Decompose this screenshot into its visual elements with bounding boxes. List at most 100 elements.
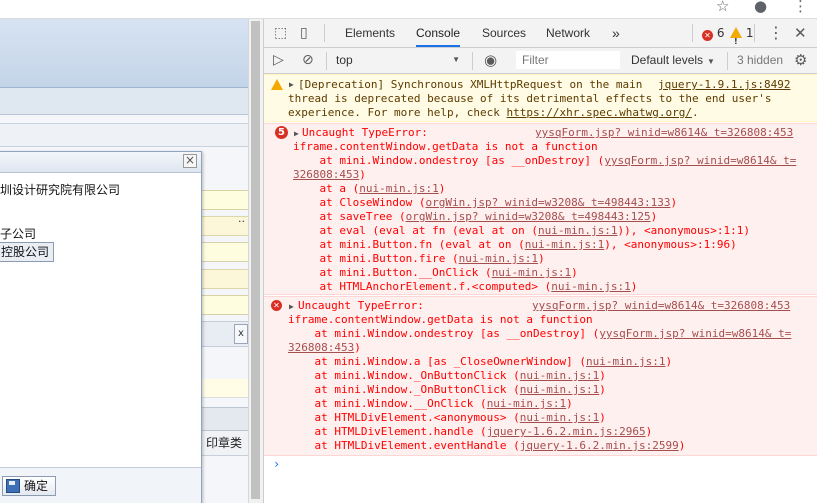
stack-frame-source-link[interactable]: 326808:453 bbox=[288, 341, 354, 354]
stack-frame-text: at HTMLDivElement.eventHandle ( bbox=[288, 439, 520, 452]
devtools-panel: ⬚ ▯ Elements Console Sources Network » ✕… bbox=[263, 19, 817, 503]
expand-triangle-icon[interactable]: ▶ bbox=[289, 300, 294, 314]
warning-text: thread is deprecated because of its detr… bbox=[288, 92, 772, 105]
error-source-link[interactable]: yysqForm.jsp? winid=w8614& t=326808:453 bbox=[532, 299, 790, 313]
hidden-messages-count: 3 hidden bbox=[737, 53, 784, 67]
stack-frame-source-link[interactable]: jquery-1.6.2.min.js:2599 bbox=[520, 439, 679, 452]
stack-frame-text: )), <anonymous>:1:1) bbox=[617, 224, 750, 237]
stack-frame: at eval (eval at fn (eval at on (nui-min… bbox=[293, 224, 750, 238]
error-title: Uncaught TypeError: bbox=[298, 299, 424, 312]
close-icon[interactable]: × bbox=[183, 154, 197, 168]
clear-icon[interactable]: x bbox=[234, 324, 248, 344]
live-expression-eye-icon[interactable]: ◉ bbox=[484, 48, 497, 73]
stack-frame-text: at mini.Button.__OnClick ( bbox=[293, 266, 492, 279]
stack-frame: at saveTree (orgWin.jsp? winid=w3208& t=… bbox=[293, 210, 657, 224]
divider bbox=[326, 52, 327, 70]
stack-frame-source-link[interactable]: jquery-1.6.2.min.js:2965 bbox=[487, 425, 646, 438]
filter-input[interactable] bbox=[516, 51, 620, 69]
dialog-titlebar: × bbox=[0, 152, 201, 173]
profile-avatar-icon[interactable]: ● bbox=[754, 0, 767, 15]
tab-elements[interactable]: Elements bbox=[345, 19, 395, 47]
stack-frame: at mini.Button.fire (nui-min.js:1) bbox=[293, 252, 544, 266]
browser-menu-icon[interactable]: ⋮ bbox=[793, 0, 808, 15]
stack-frame-source-link[interactable]: nui-min.js:1 bbox=[520, 411, 599, 424]
form-field[interactable] bbox=[200, 190, 248, 210]
error-source-link[interactable]: yysqForm.jsp? winid=w8614& t=326808:453 bbox=[535, 126, 793, 140]
stack-frame: at mini.Window.__OnClick (nui-min.js:1) bbox=[288, 397, 572, 411]
stack-frame-text: ) bbox=[571, 266, 578, 279]
error-counter[interactable]: ✕ 6 bbox=[702, 19, 724, 47]
stack-frame-source-link[interactable]: nui-min.js:1 bbox=[538, 224, 617, 237]
bookmark-star-icon[interactable]: ☆ bbox=[716, 0, 729, 15]
divider bbox=[472, 52, 473, 70]
stack-frame-text: ) bbox=[438, 182, 446, 195]
sidebar-toggle-icon[interactable]: ▷ bbox=[273, 48, 284, 73]
console-prompt[interactable]: › bbox=[273, 457, 280, 471]
page-scrollbar[interactable] bbox=[248, 19, 264, 503]
stack-frame-text: at mini.Window.ondestroy [as __onDestroy… bbox=[293, 154, 605, 167]
warning-icon bbox=[271, 79, 283, 90]
console-settings-gear-icon[interactable]: ⚙ bbox=[794, 48, 807, 73]
tree-item[interactable]: 子公司 bbox=[0, 225, 36, 242]
stack-frame-text: ) bbox=[650, 210, 658, 223]
console-toolbar: ▷ ⊘ top ▼ ◉ Default levels▼ 3 hidden ⚙ bbox=[264, 48, 817, 74]
scrollbar-thumb[interactable] bbox=[251, 21, 260, 499]
stack-frame: at mini.Window.ondestroy [as __onDestroy… bbox=[288, 327, 791, 341]
stack-frame-source-link[interactable]: nui-min.js:1 bbox=[459, 252, 538, 265]
stack-frame-source-link[interactable]: yysqForm.jsp? winid=w8614& t= bbox=[599, 327, 791, 340]
close-devtools-icon[interactable]: ✕ bbox=[794, 19, 807, 47]
stack-frame-text: ) bbox=[599, 383, 606, 396]
expand-triangle-icon[interactable]: ▶ bbox=[289, 78, 294, 92]
stack-frame-source-link[interactable]: nui-min.js:1 bbox=[586, 355, 665, 368]
divider bbox=[692, 24, 693, 42]
stack-frame-text: at mini.Window.a [as _CloseOwnerWindow] … bbox=[288, 355, 587, 368]
xhr-spec-link[interactable]: https://xhr.spec.whatwg.org/ bbox=[507, 106, 692, 119]
grid-column-header[interactable]: 印章类 bbox=[200, 431, 248, 456]
ok-button-label: 确定 bbox=[24, 479, 49, 493]
tab-sources[interactable]: Sources bbox=[482, 19, 526, 47]
more-tabs-button[interactable]: » bbox=[612, 19, 620, 47]
tab-network[interactable]: Network bbox=[546, 19, 590, 47]
expand-triangle-icon[interactable]: ▶ bbox=[294, 127, 299, 141]
app-header bbox=[0, 19, 248, 88]
tab-console[interactable]: Console bbox=[416, 19, 461, 47]
stack-frame-source-link[interactable]: nui-min.js:1 bbox=[487, 397, 566, 410]
stack-frame-source-link[interactable]: orgWin.jsp? winid=w3208& t=498443:125 bbox=[406, 210, 651, 223]
stack-frame-source-link[interactable]: nui-min.js:1 bbox=[525, 238, 604, 251]
stack-frame-source-link[interactable]: nui-min.js:1 bbox=[492, 266, 571, 279]
console-messages: ▶ [Deprecation] Synchronous XMLHttpReque… bbox=[264, 74, 817, 503]
stack-frame-source-link[interactable]: nui-min.js:1 bbox=[520, 369, 599, 382]
stack-frame-source-link[interactable]: 326808:453 bbox=[293, 168, 359, 181]
tree-item-selected[interactable]: 控股公司 bbox=[0, 242, 55, 262]
more-options-icon[interactable]: ·· bbox=[238, 215, 245, 228]
form-field[interactable] bbox=[200, 269, 248, 289]
stack-frame-source-link[interactable]: nui-min.js:1 bbox=[359, 182, 438, 195]
warning-source-link[interactable]: jquery-1.9.1.js:8492 bbox=[658, 78, 790, 92]
ok-button[interactable]: 确定 bbox=[2, 476, 56, 496]
stack-frame: at a (nui-min.js:1) bbox=[293, 182, 445, 196]
stack-frame-source-link[interactable]: nui-min.js:1 bbox=[520, 383, 599, 396]
form-field[interactable] bbox=[200, 242, 248, 262]
device-toolbar-icon[interactable]: ▯ bbox=[300, 19, 308, 47]
log-levels-dropdown[interactable]: Default levels ▼ bbox=[631, 48, 715, 74]
tree-item[interactable]: 圳设计研究院有限公司 bbox=[0, 181, 120, 198]
warning-text-line3: experience. For more help, check https:/… bbox=[288, 106, 699, 120]
stack-frame-text: ) bbox=[665, 355, 673, 368]
dropdown-arrow-icon: ▼ bbox=[707, 57, 715, 66]
context-selector[interactable]: top ▼ bbox=[336, 51, 466, 69]
stack-frame-source-link[interactable]: yysqForm.jsp? winid=w8614& t= bbox=[604, 154, 796, 167]
more-options-icon[interactable]: ⋮ bbox=[768, 19, 784, 47]
stack-frame-source-link[interactable]: orgWin.jsp? winid=w3208& t=498443:133 bbox=[425, 196, 670, 209]
form-field[interactable] bbox=[200, 295, 248, 315]
error-count: 6 bbox=[716, 26, 725, 40]
stack-frame-text: ) bbox=[354, 341, 361, 354]
dialog-footer: 确定 bbox=[0, 467, 201, 503]
repeat-count-badge: 5 bbox=[275, 126, 288, 139]
inspect-element-icon[interactable]: ⬚ bbox=[274, 19, 287, 47]
warning-counter[interactable]: 1 bbox=[730, 19, 753, 56]
stack-frame-text: ) bbox=[599, 369, 606, 382]
clear-console-icon[interactable]: ⊘ bbox=[302, 48, 314, 73]
stack-frame: at CloseWindow (orgWin.jsp? winid=w3208&… bbox=[293, 196, 677, 210]
app-tab-strip bbox=[0, 123, 248, 147]
stack-frame-source-link[interactable]: nui-min.js:1 bbox=[551, 280, 630, 293]
